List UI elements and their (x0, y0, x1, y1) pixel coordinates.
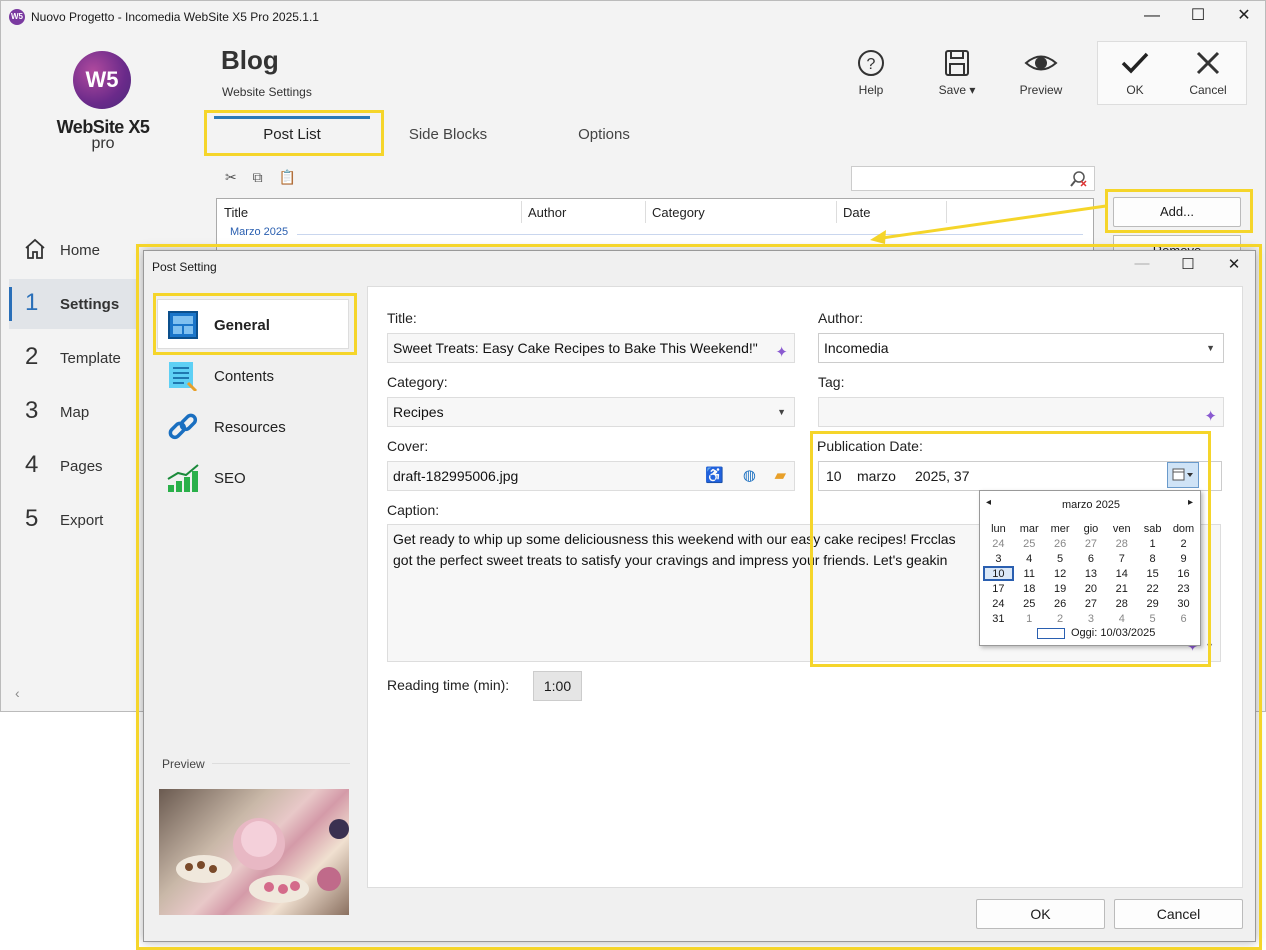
tab-options[interactable]: Options (526, 119, 682, 151)
nav-label: Pages (60, 458, 103, 475)
column-header[interactable]: Title (224, 205, 248, 220)
tab-side-blocks[interactable]: Side Blocks (370, 119, 526, 151)
close-icon (1196, 51, 1220, 75)
minimize-button[interactable]: — (1129, 1, 1175, 33)
page-title: Blog (221, 45, 279, 75)
collapse-sidebar-icon[interactable]: ‹ (15, 685, 20, 701)
preview-button[interactable]: Preview (1009, 49, 1073, 97)
nav-number: 2 (25, 343, 39, 370)
nav-number: 1 (25, 289, 39, 316)
preview-label: Preview (1019, 83, 1063, 97)
nav-label: Settings (60, 296, 120, 313)
home-icon (25, 238, 45, 259)
title-bar: W5 Nuovo Progetto - Incomedia WebSite X5… (1, 1, 1266, 33)
ok-label: OK (1126, 83, 1144, 97)
highlight-box (204, 110, 384, 156)
app-logo: W5 WebSite X5 pro (53, 51, 153, 161)
nav-home[interactable]: Home (9, 225, 137, 275)
save-button[interactable]: Save ▾ (925, 49, 989, 97)
svg-text:?: ? (867, 56, 876, 73)
nav-number: 3 (25, 397, 39, 424)
column-divider (645, 201, 646, 223)
window-title: Nuovo Progetto - Incomedia WebSite X5 Pr… (31, 10, 319, 24)
help-label: Help (858, 83, 884, 97)
ok-button[interactable]: OK (1103, 49, 1167, 97)
nav-label: Export (60, 512, 104, 529)
copy-icon[interactable]: ⧉ (253, 169, 263, 185)
cancel-label: Cancel (1189, 83, 1227, 97)
eye-icon (1024, 55, 1058, 71)
close-button[interactable]: ✕ (1221, 1, 1266, 33)
search-input[interactable] (851, 166, 1095, 191)
group-header: Marzo 2025 (230, 226, 289, 238)
check-icon (1121, 52, 1149, 74)
logo-mark: W5 (73, 51, 131, 109)
highlight-box (153, 293, 357, 355)
help-button[interactable]: ? Help (839, 49, 903, 97)
nav-template[interactable]: 2 Template (9, 333, 137, 383)
nav-home-label: Home (60, 242, 101, 259)
column-header[interactable]: Category (652, 205, 705, 220)
column-divider (521, 201, 522, 223)
paste-icon[interactable]: 📋 (279, 169, 296, 185)
cancel-button[interactable]: Cancel (1176, 49, 1240, 97)
app-icon: W5 (9, 9, 25, 25)
logo-edition: pro (91, 135, 115, 152)
nav-label: Map (60, 404, 90, 421)
cut-icon[interactable]: ✂ (225, 169, 237, 185)
annotation-arrow (870, 204, 1107, 244)
column-divider (836, 201, 837, 223)
nav-number: 4 (25, 451, 39, 478)
nav-label: Template (60, 350, 121, 367)
maximize-button[interactable]: ☐ (1175, 1, 1221, 33)
highlight-box (810, 431, 1211, 667)
nav-pages[interactable]: 4 Pages (9, 441, 137, 491)
highlight-box (1105, 189, 1253, 233)
nav-export[interactable]: 5 Export (9, 495, 137, 545)
list-toolbar: ✂ ⧉ 📋 (225, 169, 296, 186)
column-header[interactable]: Author (528, 205, 566, 220)
search-clear-icon[interactable] (1070, 170, 1088, 188)
save-label: Save ▾ (938, 83, 976, 97)
page-subtitle: Website Settings (222, 85, 312, 99)
help-icon: ? (858, 50, 884, 76)
save-icon (945, 50, 969, 76)
nav-settings[interactable]: 1 Settings (9, 279, 137, 329)
nav-map[interactable]: 3 Map (9, 387, 137, 437)
nav-number: 5 (25, 505, 39, 532)
